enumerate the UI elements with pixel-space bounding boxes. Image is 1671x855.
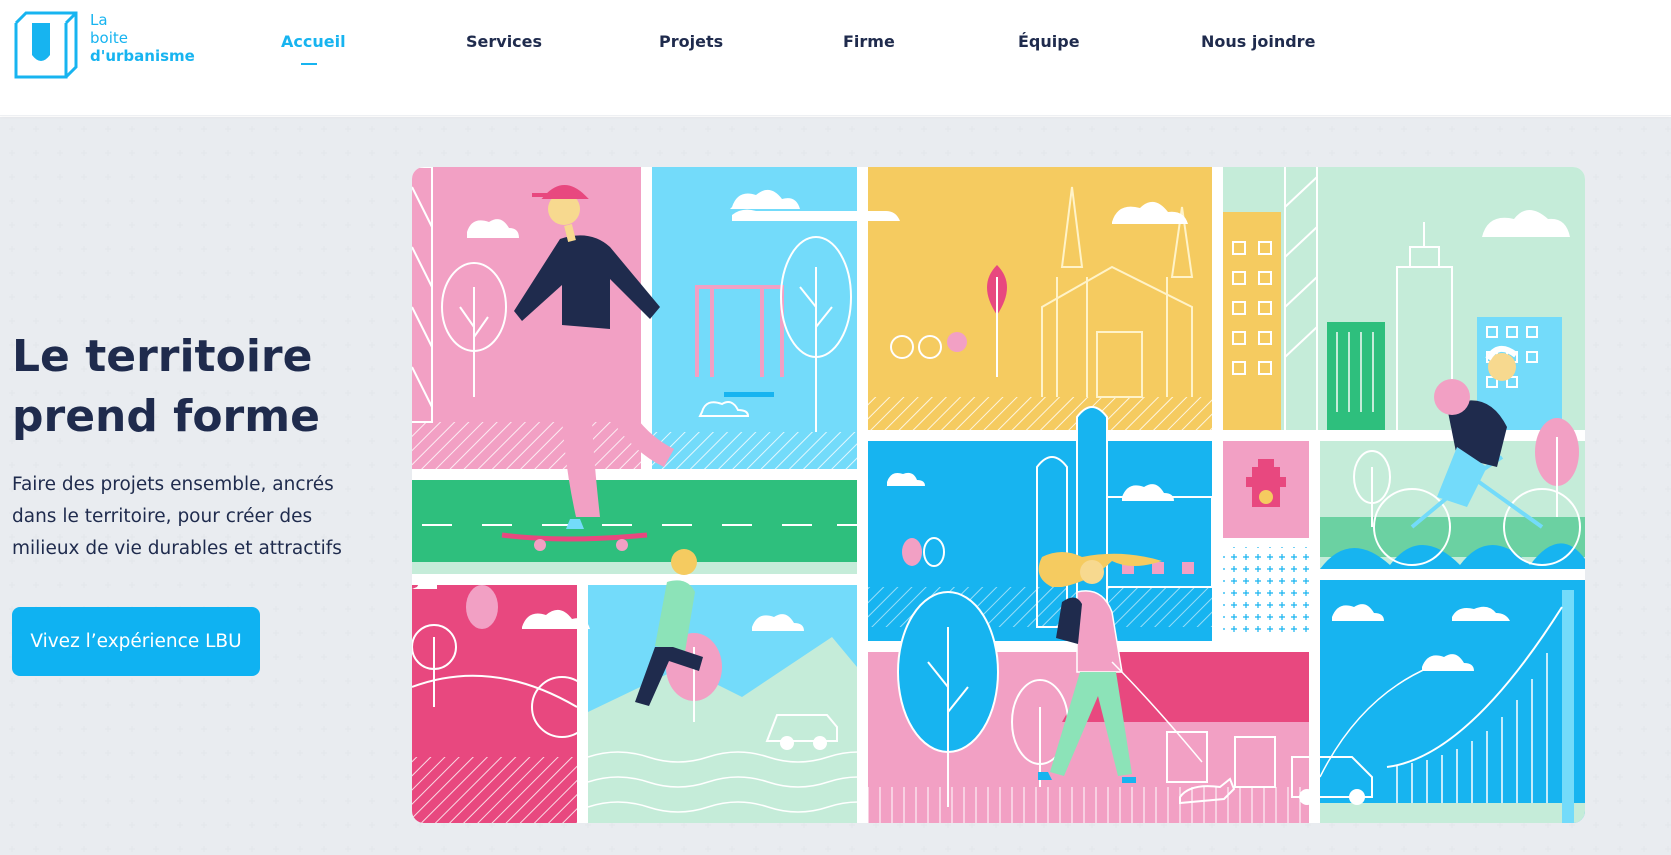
logo-line-3: d'urbanisme xyxy=(90,47,195,65)
nav-item-nous-joindre[interactable]: Nous joindre xyxy=(1201,32,1315,51)
site-header: La boite d'urbanisme Accueil Services Pr… xyxy=(0,0,1671,116)
panel-skyline-bg xyxy=(1223,167,1585,430)
nav-item-firme[interactable]: Firme xyxy=(843,32,895,51)
logo-wordmark: La boite d'urbanisme xyxy=(90,11,195,65)
panel-hydrant-bg xyxy=(1223,441,1309,632)
city-life-illustration xyxy=(412,167,1585,823)
active-nav-indicator xyxy=(301,63,317,65)
logo-line-2: boite xyxy=(90,29,128,47)
lbu-logo-icon xyxy=(14,11,78,79)
hero-text-line-2: dans le territoire, pour créer des xyxy=(12,506,313,527)
hero-title-line-1: Le territoire xyxy=(12,331,313,382)
nav-item-services[interactable]: Services xyxy=(466,32,542,51)
cta-experience-button[interactable]: Vivez l’expérience LBU xyxy=(12,607,260,676)
nav-item-projets[interactable]: Projets xyxy=(659,32,723,51)
nav-item-equipe[interactable]: Équipe xyxy=(1018,32,1080,51)
hero-title-line-2: prend forme xyxy=(12,391,320,442)
hero-text-line-1: Faire des projets ensemble, ancrés xyxy=(12,474,334,495)
hero-title: Le territoire prend forme xyxy=(12,327,392,447)
logo-line-1: La xyxy=(90,11,108,29)
panel-bridge-bg xyxy=(1319,580,1585,823)
nav-item-accueil[interactable]: Accueil xyxy=(281,32,346,51)
home-logo-link[interactable]: La boite d'urbanisme xyxy=(10,11,200,83)
road-strip xyxy=(412,480,857,574)
hero-description: Faire des projets ensemble, ancrés dans … xyxy=(12,469,357,565)
hero-text-line-3: milieux de vie durables et attractifs xyxy=(12,538,342,559)
